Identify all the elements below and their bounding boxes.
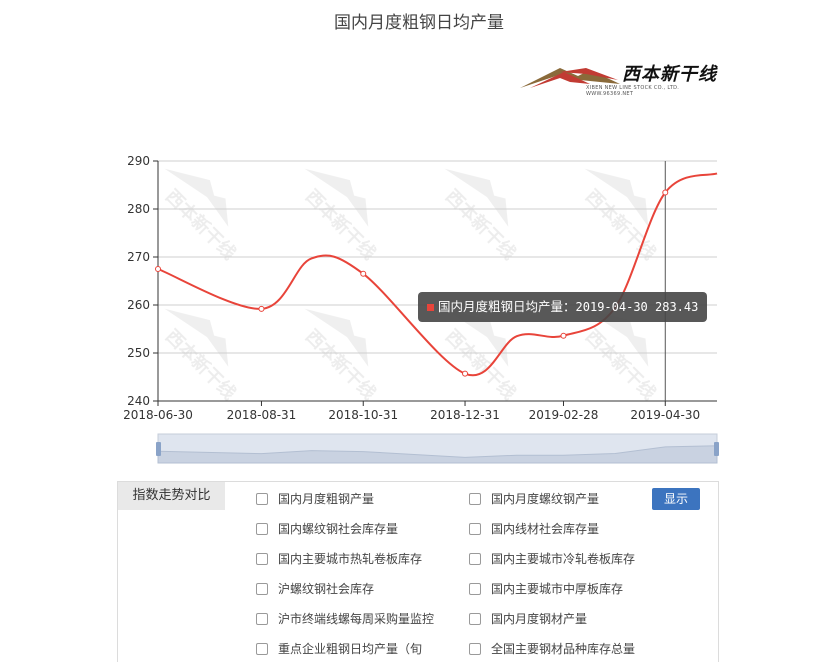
- checkbox[interactable]: [469, 522, 481, 535]
- compare-option[interactable]: 国内月度粗钢产量: [256, 490, 374, 507]
- y-tick-label: 280: [127, 202, 150, 216]
- compare-option[interactable]: 国内月度钢材产量: [469, 610, 587, 627]
- data-point: [258, 305, 265, 312]
- compare-option[interactable]: 国内螺纹钢社会库存量: [256, 520, 398, 537]
- compare-option[interactable]: 国内线材社会库存量: [469, 520, 599, 537]
- data-point: [360, 270, 367, 277]
- checkbox[interactable]: [469, 552, 481, 565]
- compare-option[interactable]: 国内主要城市热轧卷板库存: [256, 550, 422, 567]
- checkbox[interactable]: [256, 612, 268, 625]
- x-tick-label: 2018-06-30: [123, 408, 193, 422]
- watermark: 西本新干线: [161, 168, 240, 264]
- tooltip-value: 283.43: [655, 300, 699, 314]
- checkbox[interactable]: [256, 522, 268, 535]
- data-point: [462, 370, 469, 377]
- show-button[interactable]: 显示: [652, 488, 700, 510]
- data-point: [155, 266, 161, 272]
- compare-option-label: 国内主要城市热轧卷板库存: [278, 552, 423, 566]
- y-tick-label: 290: [127, 154, 150, 168]
- y-tick-label: 260: [127, 298, 150, 312]
- watermark-text: 西本新干线: [581, 325, 660, 404]
- zoom-handle-left: [156, 442, 161, 456]
- compare-option-label: 国内主要城市冷轧卷板库存: [491, 552, 636, 566]
- index-compare-panel: 指数走势对比 显示 国内月度粗钢产量 国内月度螺纹钢产量国内螺纹钢社会库存量 国内线…: [117, 481, 719, 662]
- checkbox[interactable]: [469, 642, 481, 655]
- watermark-text: 西本新干线: [441, 325, 520, 404]
- x-tick-label: 2019-02-28: [529, 408, 599, 422]
- watermark: 西本新干线: [441, 168, 520, 264]
- compare-option-label: 国内月度钢材产量: [491, 612, 588, 626]
- line-chart[interactable]: 西本新干线 西本新干线 西本新干线 西本新干线西本新干线 西本新干线 西本新干线 西本新干线…: [0, 0, 838, 480]
- watermark: 西本新干线: [581, 168, 660, 264]
- compare-option-label: 国内线材社会库存量: [491, 522, 600, 536]
- x-tick-label: 2018-08-31: [227, 408, 297, 422]
- watermark: 西本新干线: [301, 168, 380, 264]
- checkbox[interactable]: [256, 582, 268, 595]
- compare-option[interactable]: 国内主要城市中厚板库存: [469, 580, 623, 597]
- tooltip-date: 2019-04-30: [575, 300, 648, 314]
- watermark-text: 西本新干线: [441, 185, 520, 264]
- watermark-text: 西本新干线: [301, 325, 380, 404]
- zoom-handle-right: [714, 442, 719, 456]
- data-tooltip: 国内月度粗钢日均产量：2019-04-30 283.43: [418, 292, 708, 322]
- x-tick-label: 2019-04-30: [630, 408, 700, 422]
- watermark-text: 西本新干线: [161, 185, 240, 264]
- compare-option-label: 重点企业粗钢日均产量（旬: [278, 642, 423, 656]
- compare-option[interactable]: 沪市终端线螺每周采购量监控: [256, 610, 434, 627]
- data-point: [560, 332, 567, 339]
- compare-option-label: 沪螺纹钢社会库存: [278, 582, 375, 596]
- y-tick-label: 240: [127, 394, 150, 408]
- compare-option-label: 全国主要钢材品种库存总量: [491, 642, 636, 656]
- compare-option[interactable]: 沪螺纹钢社会库存: [256, 580, 374, 597]
- x-tick-label: 2018-10-31: [328, 408, 398, 422]
- compare-option[interactable]: 国内主要城市冷轧卷板库存: [469, 550, 635, 567]
- checkbox[interactable]: [256, 492, 268, 505]
- watermark: 西本新干线: [161, 308, 240, 404]
- compare-option[interactable]: 重点企业粗钢日均产量（旬: [256, 640, 422, 657]
- compare-option-label: 国内主要城市中厚板库存: [491, 582, 624, 596]
- checkbox[interactable]: [469, 582, 481, 595]
- data-point: [662, 189, 669, 196]
- y-tick-label: 270: [127, 250, 150, 264]
- compare-option-label: 国内月度粗钢产量: [278, 492, 375, 506]
- compare-option-label: 沪市终端线螺每周采购量监控: [278, 612, 435, 626]
- checkbox[interactable]: [256, 552, 268, 565]
- checkbox[interactable]: [469, 492, 481, 505]
- compare-tab[interactable]: 指数走势对比: [118, 482, 225, 510]
- watermark-text: 西本新干线: [301, 185, 380, 264]
- compare-option[interactable]: 全国主要钢材品种库存总量: [469, 640, 635, 657]
- compare-option[interactable]: 国内月度螺纹钢产量: [469, 490, 599, 507]
- compare-option-label: 国内月度螺纹钢产量: [491, 492, 600, 506]
- y-tick-label: 250: [127, 346, 150, 360]
- watermark: 西本新干线: [301, 308, 380, 404]
- tooltip-series-name: 国内月度粗钢日均产量：: [438, 299, 576, 314]
- checkbox[interactable]: [256, 642, 268, 655]
- compare-option-label: 国内螺纹钢社会库存量: [278, 522, 399, 536]
- checkbox[interactable]: [469, 612, 481, 625]
- watermark-text: 西本新干线: [161, 325, 240, 404]
- series-color-icon: [427, 304, 434, 311]
- x-tick-label: 2018-12-31: [430, 408, 500, 422]
